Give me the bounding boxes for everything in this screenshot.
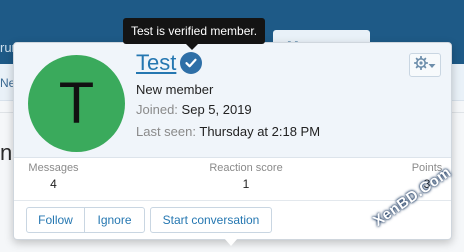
follow-button[interactable]: Follow — [26, 207, 85, 233]
stat-reaction-label: Reaction score — [209, 162, 283, 174]
popup-pointer — [224, 238, 238, 246]
joined-label: Joined: — [136, 102, 178, 117]
stat-messages-value[interactable]: 4 — [26, 177, 81, 191]
stat-messages: Messages 4 — [26, 162, 81, 191]
start-conversation-button[interactable]: Start conversation — [150, 207, 272, 233]
chevron-down-icon — [428, 56, 436, 74]
avatar[interactable]: T — [28, 55, 125, 152]
joined-value: Sep 5, 2019 — [181, 102, 252, 117]
member-card-header: T Test New member Joined: Sep 5, 2019 La… — [14, 43, 451, 158]
stat-messages-label: Messages — [28, 162, 79, 174]
stat-reaction-score: Reaction score 1 — [196, 162, 296, 191]
gear-icon — [413, 55, 429, 75]
joined-row: Joined: Sep 5, 2019 — [136, 102, 252, 117]
avatar-letter: T — [58, 70, 95, 136]
username-link[interactable]: Test — [136, 50, 176, 76]
verified-tooltip: Test is verified member. — [123, 18, 266, 44]
last-seen-row: Last seen: Thursday at 2:18 PM — [136, 124, 320, 139]
tooltip-arrow — [186, 44, 198, 50]
last-seen-value: Thursday at 2:18 PM — [199, 124, 321, 139]
verified-check-icon — [180, 52, 203, 74]
user-title: New member — [136, 82, 214, 97]
name-row: Test — [136, 50, 203, 76]
member-menu-button[interactable] — [409, 53, 441, 77]
last-seen-label: Last seen: — [136, 124, 196, 139]
member-stats: Messages 4 Reaction score 1 Points 3 — [14, 162, 451, 196]
stat-reaction-value: 1 — [242, 177, 250, 191]
ignore-button[interactable]: Ignore — [84, 207, 145, 233]
